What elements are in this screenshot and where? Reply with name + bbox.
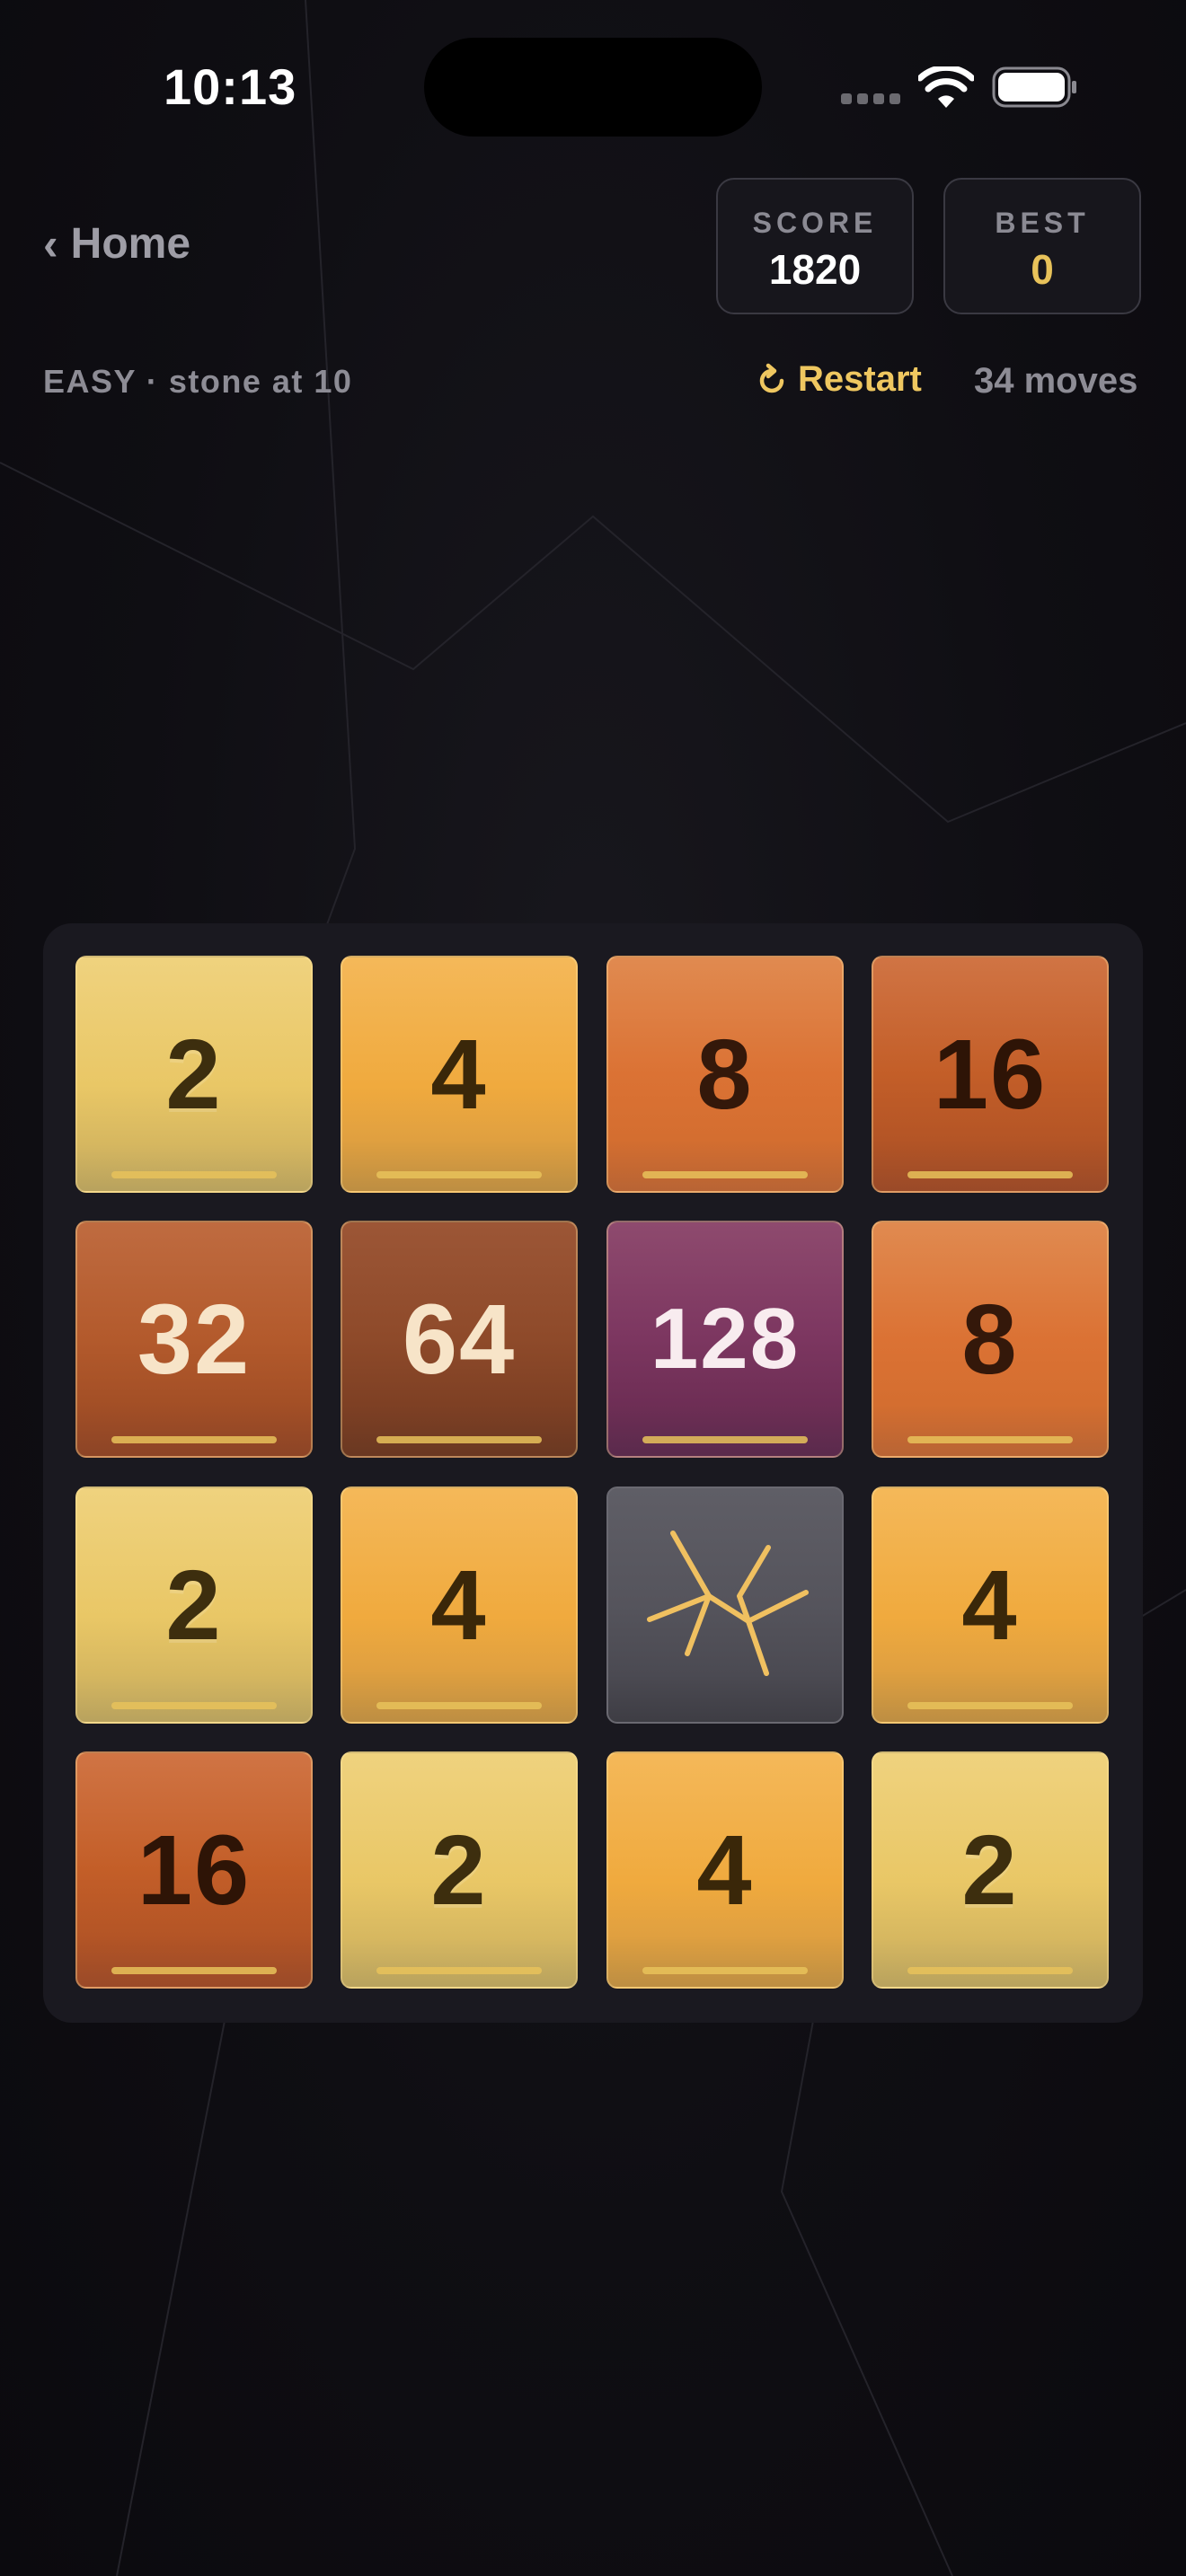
tile-r2-c0: 2 bbox=[75, 1486, 313, 1724]
game-screen: 10:13 ‹ Home SCORE 1820 BEST 0 EASY · st… bbox=[0, 0, 1186, 2576]
tile-value: 4 bbox=[961, 1549, 1019, 1661]
tile-value: 16 bbox=[137, 1814, 252, 1926]
tile-value: 2 bbox=[165, 1549, 223, 1661]
tile-r0-c3: 16 bbox=[872, 956, 1109, 1193]
tile-r1-c2: 128 bbox=[606, 1221, 844, 1458]
cracked-stone-icon bbox=[647, 1531, 809, 1676]
tile-r3-c1: 2 bbox=[341, 1751, 578, 1989]
tile-r2-c1: 4 bbox=[341, 1486, 578, 1724]
best-value: 0 bbox=[1031, 246, 1054, 293]
tile-value: 128 bbox=[650, 1291, 801, 1387]
tile-value: 8 bbox=[961, 1284, 1019, 1395]
tile-value: 2 bbox=[961, 1814, 1019, 1926]
tile-value: 64 bbox=[402, 1284, 517, 1395]
tile-r3-c2: 4 bbox=[606, 1751, 844, 1989]
tile-value: 4 bbox=[430, 1019, 488, 1130]
score-box: SCORE 1820 bbox=[716, 178, 914, 314]
stone-tile bbox=[606, 1486, 844, 1724]
tile-value: 2 bbox=[165, 1019, 223, 1130]
chevron-left-icon: ‹ bbox=[43, 218, 58, 269]
tile-r1-c0: 32 bbox=[75, 1221, 313, 1458]
tile-r3-c0: 16 bbox=[75, 1751, 313, 1989]
battery-icon bbox=[992, 66, 1076, 108]
tile-value: 32 bbox=[137, 1284, 252, 1395]
tile-r0-c0: 2 bbox=[75, 956, 313, 1193]
score-label: SCORE bbox=[752, 207, 878, 239]
tile-r0-c2: 8 bbox=[606, 956, 844, 1193]
tile-value: 2 bbox=[430, 1814, 488, 1926]
tile-r3-c3: 2 bbox=[872, 1751, 1109, 1989]
restart-icon bbox=[759, 363, 784, 393]
tile-r0-c1: 4 bbox=[341, 956, 578, 1193]
tile-value: 16 bbox=[933, 1019, 1048, 1130]
tile-value: 4 bbox=[430, 1549, 488, 1661]
score-value: 1820 bbox=[768, 246, 862, 293]
best-box: BEST 0 bbox=[943, 178, 1141, 314]
cellular-signal-icon bbox=[841, 93, 900, 104]
best-label: BEST bbox=[995, 207, 1090, 239]
tile-r2-c3: 4 bbox=[872, 1486, 1109, 1724]
home-label: Home bbox=[70, 220, 191, 268]
tile-r1-c1: 64 bbox=[341, 1221, 578, 1458]
tile-value: 4 bbox=[696, 1814, 754, 1926]
difficulty-mode-label: EASY · stone at 10 bbox=[43, 363, 353, 400]
restart-label: Restart bbox=[798, 359, 922, 399]
tile-value: 8 bbox=[696, 1019, 754, 1130]
moves-counter: 34 moves bbox=[974, 361, 1138, 401]
tile-r1-c3: 8 bbox=[872, 1221, 1109, 1458]
dynamic-island bbox=[424, 38, 762, 137]
wifi-icon bbox=[918, 66, 974, 108]
status-time: 10:13 bbox=[164, 58, 297, 115]
home-back-button[interactable]: ‹ Home bbox=[43, 219, 190, 269]
game-board[interactable]: 2 4 8 16 32 64 128 8 2 4 4 16 2 4 2 bbox=[43, 923, 1143, 2023]
restart-button[interactable]: Restart bbox=[755, 359, 922, 400]
